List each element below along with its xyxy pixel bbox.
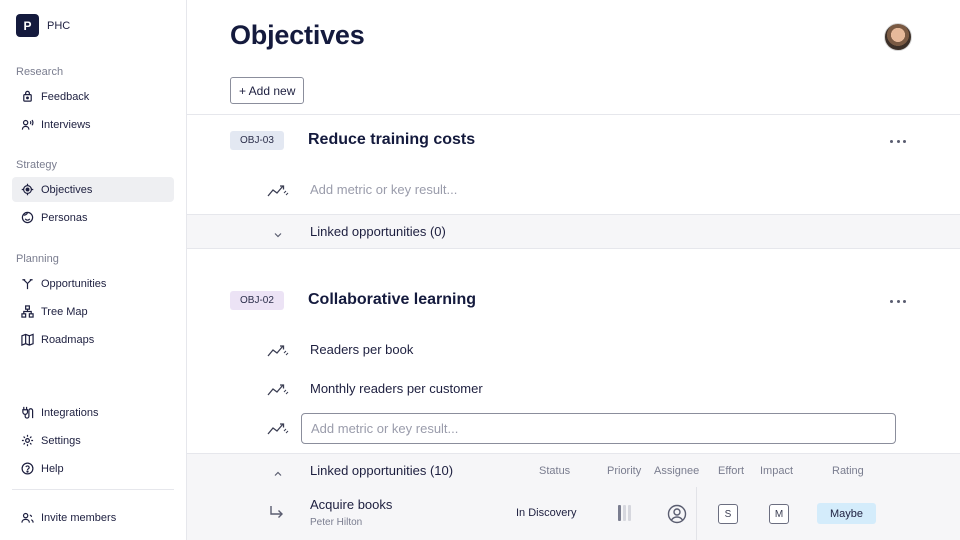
trend-chart-icon <box>267 184 289 198</box>
sidebar-item-settings[interactable]: Settings <box>12 428 174 453</box>
add-metric-placeholder[interactable]: Add metric or key result... <box>310 182 457 197</box>
add-new-button[interactable]: + Add new <box>230 77 305 104</box>
user-avatar[interactable] <box>884 23 912 51</box>
sidebar: P PHC Research Feedback Interviews Strat… <box>0 0 187 540</box>
linked-opportunities-header[interactable]: Linked opportunities (10) Status Priorit… <box>187 453 960 488</box>
invite-members-label: Invite members <box>41 511 117 524</box>
sidebar-item-roadmaps[interactable]: Roadmaps <box>12 327 174 352</box>
gear-icon <box>20 434 34 448</box>
workspace-name: PHC <box>47 19 71 32</box>
add-metric-input[interactable] <box>301 413 896 444</box>
column-header-assignee[interactable]: Assignee <box>654 465 699 477</box>
sidebar-item-label: Personas <box>41 211 88 224</box>
face-icon <box>20 211 34 225</box>
table-row[interactable]: Acquire books Peter Hilton In Discovery … <box>187 487 960 540</box>
sidebar-item-help[interactable]: Help <box>12 456 174 481</box>
invite-icon <box>20 511 34 525</box>
sidebar-item-label: Feedback <box>41 90 90 103</box>
column-divider <box>696 487 697 540</box>
section-title-planning: Planning <box>16 253 59 265</box>
more-options-button[interactable] <box>890 295 906 307</box>
sidebar-item-label: Interviews <box>41 118 91 131</box>
more-options-button[interactable] <box>890 135 906 147</box>
divider <box>187 114 960 115</box>
sidebar-item-label: Help <box>41 462 64 475</box>
priority-bar <box>618 505 621 521</box>
page-title: Objectives <box>230 20 365 50</box>
main-content: Objectives + Add new OBJ-03 Reduce train… <box>187 0 960 540</box>
linked-opportunities-header[interactable]: Linked opportunities (0) <box>187 214 960 249</box>
section-title-research: Research <box>16 66 64 78</box>
column-header-rating[interactable]: Rating <box>832 465 864 477</box>
metric-item[interactable]: Monthly readers per customer <box>310 381 483 396</box>
opportunity-owner: Peter Hilton <box>310 517 363 528</box>
lock-box-icon <box>20 90 34 104</box>
sidebar-item-interviews[interactable]: Interviews <box>12 112 174 137</box>
plug-icon <box>20 406 34 420</box>
priority-bar <box>623 505 626 521</box>
sidebar-item-tree-map[interactable]: Tree Map <box>12 299 174 324</box>
objective-code: OBJ-03 <box>230 131 284 150</box>
opportunity-title[interactable]: Acquire books <box>310 497 392 512</box>
rating-badge[interactable]: Maybe <box>817 503 877 524</box>
workspace-logo: P <box>16 14 39 37</box>
sidebar-item-label: Integrations <box>41 406 99 419</box>
column-header-status[interactable]: Status <box>539 465 570 477</box>
sidebar-item-opportunities[interactable]: Opportunities <box>12 271 174 296</box>
sidebar-item-label: Opportunities <box>41 277 107 290</box>
trend-chart-icon <box>267 422 289 436</box>
workspace-switcher[interactable]: P PHC <box>16 14 70 37</box>
chevron-up-icon[interactable] <box>273 466 283 476</box>
invite-members-button[interactable]: Invite members <box>12 505 174 530</box>
user-circle-icon[interactable] <box>667 504 687 524</box>
chevron-down-icon[interactable] <box>273 227 283 238</box>
sidebar-divider <box>12 489 174 490</box>
section-title-strategy: Strategy <box>16 159 57 171</box>
linked-opportunities-label: Linked opportunities (10) <box>310 463 454 478</box>
sidebar-item-label: Roadmaps <box>41 333 95 346</box>
trend-chart-icon <box>267 383 289 397</box>
sidebar-item-integrations[interactable]: Integrations <box>12 400 174 425</box>
sidebar-item-objectives[interactable]: Objectives <box>12 177 174 202</box>
target-icon <box>20 183 34 197</box>
objective-title[interactable]: Collaborative learning <box>308 291 476 309</box>
impact-badge[interactable]: M <box>769 504 789 524</box>
sidebar-item-feedback[interactable]: Feedback <box>12 84 174 109</box>
objective-code: OBJ-02 <box>230 291 284 310</box>
sidebar-item-label: Objectives <box>41 183 93 196</box>
linked-opportunities-label: Linked opportunities (0) <box>310 224 446 239</box>
priority-indicator[interactable] <box>618 505 631 521</box>
fork-icon <box>20 277 34 291</box>
subdirectory-arrow-icon <box>268 504 286 522</box>
sidebar-item-label: Tree Map <box>41 305 88 318</box>
status-value[interactable]: In Discovery <box>516 507 577 519</box>
map-icon <box>20 333 34 347</box>
objective-title[interactable]: Reduce training costs <box>308 131 475 149</box>
sidebar-item-personas[interactable]: Personas <box>12 205 174 230</box>
priority-bar <box>628 505 631 521</box>
person-voice-icon <box>20 118 34 132</box>
metric-item[interactable]: Readers per book <box>310 342 413 357</box>
column-header-impact[interactable]: Impact <box>760 465 793 477</box>
trend-chart-icon <box>267 344 289 358</box>
effort-badge[interactable]: S <box>718 504 738 524</box>
column-header-priority[interactable]: Priority <box>607 465 641 477</box>
sidebar-item-label: Settings <box>41 434 81 447</box>
tree-icon <box>20 305 34 319</box>
column-header-effort[interactable]: Effort <box>718 465 744 477</box>
help-icon <box>20 462 34 476</box>
